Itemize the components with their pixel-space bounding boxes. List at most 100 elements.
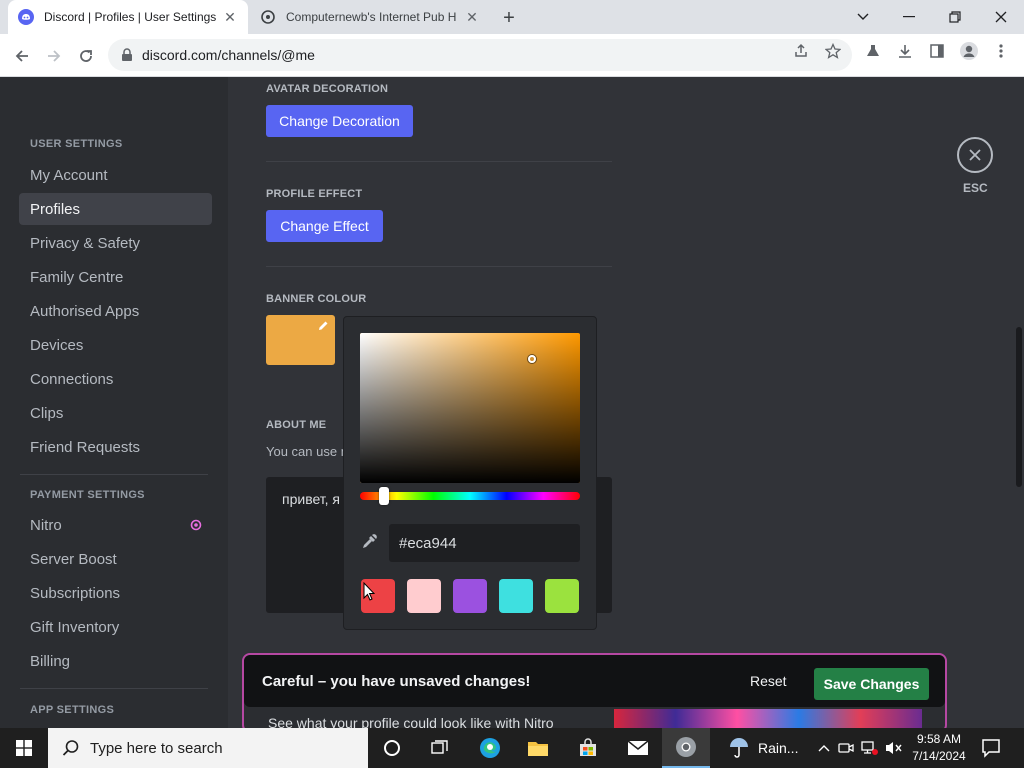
sidebar-item-billing[interactable]: Billing — [19, 645, 212, 677]
tab-close-icon[interactable]: ✕ — [464, 9, 480, 25]
nitro-preview-banner — [614, 709, 922, 728]
section-divider — [266, 161, 612, 162]
store-icon[interactable] — [564, 728, 612, 768]
sidebar-item-family-centre[interactable]: Family Centre — [19, 261, 212, 293]
pencil-icon — [319, 321, 328, 330]
url-text: discord.com/channels/@me — [142, 47, 315, 63]
back-arrow-icon[interactable] — [8, 42, 36, 70]
change-effect-button[interactable]: Change Effect — [266, 210, 383, 242]
about-me-text: привет, я — [282, 491, 341, 507]
taskbar-search-box[interactable]: Type here to search — [48, 728, 368, 768]
nitro-badge-icon — [190, 519, 202, 531]
pub-favicon-icon — [260, 9, 276, 25]
kebab-menu-icon[interactable] — [990, 40, 1012, 62]
sidebar-item-server-boost[interactable]: Server Boost — [19, 543, 212, 575]
window-close-icon[interactable] — [978, 0, 1024, 34]
saturation-handle[interactable] — [528, 355, 536, 363]
edge-browser-icon[interactable] — [466, 728, 514, 768]
tray-chevron-up-icon[interactable] — [814, 738, 834, 758]
sidebar-item-label: Nitro — [30, 516, 62, 534]
tab-close-icon[interactable]: ✕ — [222, 9, 238, 25]
bookmark-star-icon[interactable] — [822, 40, 844, 62]
tab-title: Discord | Profiles | User Settings — [44, 10, 217, 24]
close-settings-button[interactable] — [957, 137, 993, 173]
file-explorer-icon[interactable] — [514, 728, 562, 768]
new-tab-plus-icon[interactable]: + — [498, 7, 520, 29]
sidebar-item-my-account[interactable]: My Account — [19, 159, 212, 191]
browser-toolbar: discord.com/channels/@me — [0, 34, 1024, 77]
hex-colour-input[interactable] — [389, 524, 580, 562]
hue-slider[interactable] — [360, 492, 580, 500]
sidebar-item-gift-inventory[interactable]: Gift Inventory — [19, 611, 212, 643]
minimize-icon[interactable] — [886, 0, 932, 34]
close-icon — [969, 149, 981, 161]
esc-label: ESC — [963, 181, 988, 195]
sidebar-item-devices[interactable]: Devices — [19, 329, 212, 361]
change-decoration-button[interactable]: Change Decoration — [266, 105, 413, 137]
unsaved-changes-message: Careful – you have unsaved changes! — [262, 673, 531, 690]
sidebar-item-privacy-safety[interactable]: Privacy & Safety — [19, 227, 212, 259]
sidebar-item-nitro[interactable]: Nitro — [19, 509, 212, 541]
banner-colour-label: BANNER COLOUR — [266, 293, 367, 305]
mail-icon[interactable] — [614, 728, 662, 768]
preset-swatch-cyan[interactable] — [499, 579, 533, 613]
tab-discord[interactable]: Discord | Profiles | User Settings ✕ — [8, 0, 248, 34]
preset-swatch-pink[interactable] — [407, 579, 441, 613]
preset-swatch-lime[interactable] — [545, 579, 579, 613]
chrome-taskbar-icon[interactable] — [662, 728, 710, 768]
sidebar-item-subscriptions[interactable]: Subscriptions — [19, 577, 212, 609]
tab-search-chevron-icon[interactable] — [840, 0, 886, 34]
weather-text: Rain... — [758, 740, 799, 756]
share-icon[interactable] — [790, 40, 812, 62]
system-clock[interactable]: 9:58 AM 7/14/2024 — [904, 731, 974, 765]
page-scrollbar[interactable] — [1016, 327, 1022, 487]
sidebar-item-profiles[interactable]: Profiles — [19, 193, 212, 225]
preset-swatch-purple[interactable] — [453, 579, 487, 613]
tab-computernewb[interactable]: Computernewb's Internet Pub H ✕ — [252, 0, 488, 34]
nitro-preview-panel: See what your profile could look like wi… — [242, 653, 947, 728]
eyedropper-icon[interactable] — [360, 533, 378, 551]
sidebar-divider — [20, 474, 208, 475]
restore-icon[interactable] — [932, 0, 978, 34]
save-changes-button[interactable]: Save Changes — [814, 668, 929, 700]
profile-effect-label: PROFILE EFFECT — [266, 188, 363, 200]
forward-arrow-icon[interactable] — [40, 42, 68, 70]
saturation-value-area[interactable] — [360, 333, 580, 483]
lock-icon — [122, 48, 132, 61]
profile-avatar-icon[interactable] — [958, 40, 980, 62]
search-icon — [62, 740, 79, 756]
banner-colour-swatch[interactable] — [266, 315, 335, 365]
sidebar-item-friend-requests[interactable]: Friend Requests — [19, 431, 212, 463]
weather-widget[interactable]: Rain... — [728, 728, 810, 768]
app-settings-header: APP SETTINGS — [30, 704, 115, 716]
sidebar-item-connections[interactable]: Connections — [19, 363, 212, 395]
color-picker-popout — [343, 316, 597, 630]
task-view-icon[interactable] — [416, 728, 464, 768]
sidebar-item-clips[interactable]: Clips — [19, 397, 212, 429]
search-placeholder: Type here to search — [90, 739, 223, 757]
reload-icon[interactable] — [72, 42, 100, 70]
labs-flask-icon[interactable] — [862, 40, 884, 62]
cortana-icon[interactable] — [368, 728, 416, 768]
download-icon[interactable] — [894, 40, 916, 62]
windows-taskbar: Type here to search Rain... 9:58 AM 7/14… — [0, 728, 1024, 768]
side-panel-icon[interactable] — [926, 40, 948, 62]
about-me-hint: You can use m — [266, 444, 346, 459]
avatar-decoration-label: AVATAR DECORATION — [266, 83, 389, 95]
reset-button[interactable]: Reset — [750, 673, 787, 689]
discord-settings-page: USER SETTINGS My Account Profiles Privac… — [0, 77, 1024, 728]
volume-muted-icon[interactable] — [884, 738, 904, 758]
about-me-label: ABOUT ME — [266, 419, 327, 431]
mouse-cursor-icon — [363, 582, 375, 601]
discord-favicon-icon — [18, 9, 34, 25]
tab-title: Computernewb's Internet Pub H — [286, 10, 457, 24]
hue-slider-thumb[interactable] — [379, 487, 389, 505]
meet-now-icon[interactable] — [836, 738, 856, 758]
clock-date: 7/14/2024 — [912, 749, 966, 763]
address-bar[interactable]: discord.com/channels/@me — [108, 39, 852, 71]
network-icon[interactable] — [860, 738, 880, 758]
sidebar-item-authorised-apps[interactable]: Authorised Apps — [19, 295, 212, 327]
windows-logo-icon — [16, 740, 32, 756]
notification-center-icon[interactable] — [980, 737, 1002, 759]
start-button[interactable] — [0, 728, 48, 768]
